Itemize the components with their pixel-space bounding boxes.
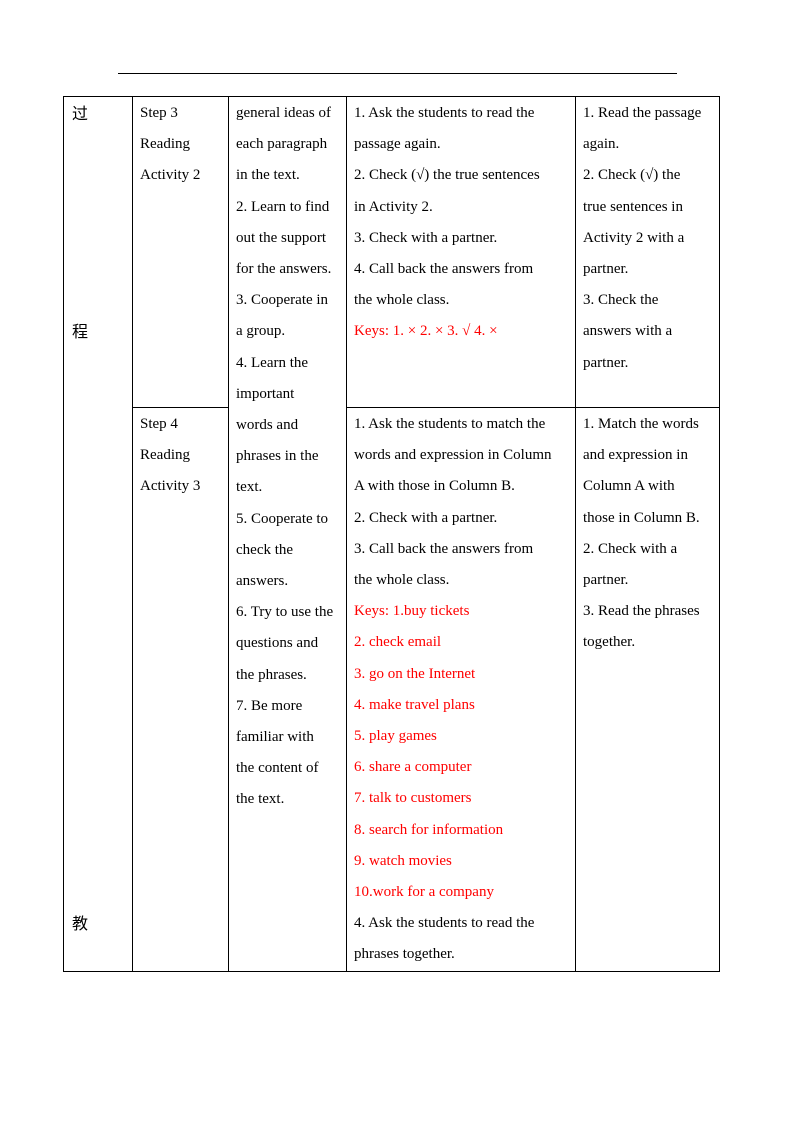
text-line: together. <box>583 634 636 651</box>
text-line: A with those in Column B. <box>354 478 515 495</box>
text-line: passage again. <box>354 136 441 153</box>
text-line: 2. Check (√) the true sentences <box>354 167 540 184</box>
text-line: words and expression in Column <box>354 447 552 464</box>
text-line: 4. Learn the <box>236 354 309 371</box>
objectives-cell: general ideas of each paragraph in the tex… <box>228 96 347 972</box>
text-line: questions and <box>236 635 319 652</box>
text-line: 7. Be more <box>236 697 303 714</box>
text-line: the phrases. <box>236 666 307 683</box>
answer-key-line: Keys: 1. × 2. × 3. √ 4. × <box>354 323 498 340</box>
answer-key-line: 2. check email <box>354 634 442 651</box>
answer-key-line: 7. talk to customers <box>354 790 472 807</box>
document-page: 过 程 教 Step 3 Reading Activity 2 general id… <box>0 0 794 1123</box>
text-line: 1. Read the passage <box>583 105 702 121</box>
stage-char: 过 <box>72 106 89 123</box>
text-line: the text. <box>236 791 285 808</box>
answer-key-line: 8. search for information <box>354 821 504 838</box>
text-line: a group. <box>236 323 286 340</box>
text-line: again. <box>583 136 620 153</box>
text-line: those in Column B. <box>583 509 700 526</box>
text-line: phrases in the <box>236 448 319 465</box>
text-line: 1. Ask the students to read the <box>354 105 535 121</box>
text-line: out the support <box>236 229 326 246</box>
text-line: phrases together. <box>354 946 455 963</box>
text-line: Step 4 <box>140 416 178 432</box>
text-line: important <box>236 385 295 402</box>
text-line: the whole class. <box>354 572 450 589</box>
text-line: the content of <box>236 760 319 777</box>
text-line: the whole class. <box>354 292 450 309</box>
text-line: and expression in <box>583 447 688 464</box>
stage-char: 程 <box>72 324 89 341</box>
text-line: Reading <box>140 447 190 464</box>
text-line: familiar with <box>236 729 314 746</box>
text-line: Activity 3 <box>140 478 201 495</box>
stage-cell: 过 程 教 <box>63 96 133 972</box>
text-line: 4. Ask the students to read the <box>354 915 535 932</box>
table-row: 过 程 教 Step 3 Reading Activity 2 general id… <box>63 96 720 972</box>
text-line: 3. Check with a partner. <box>354 229 498 246</box>
text-line: for the answers. <box>236 261 332 278</box>
table-row: Step 4 Reading Activity 3 1. Ask the stude… <box>64 407 720 972</box>
text-line: 2. Check with a partner. <box>354 509 498 526</box>
text-line: 1. Ask the students to match the <box>354 416 546 432</box>
text-line: partner. <box>583 354 629 371</box>
text-line: 3. Read the phrases <box>583 603 700 620</box>
text-line: partner. <box>583 572 629 589</box>
teacher-activity-cell: 1. Ask the students to read the passage a… <box>346 96 576 408</box>
text-line: Column A with <box>583 478 675 495</box>
text-line: 5. Cooperate to <box>236 510 329 527</box>
answer-key-line: 9. watch movies <box>354 852 452 869</box>
answer-key-line: Keys: 1.buy tickets <box>354 603 470 620</box>
text-line: Activity 2 with a <box>583 229 685 246</box>
text-line: 6. Try to use the <box>236 604 334 621</box>
text-line: Activity 2 <box>140 167 201 184</box>
student-activity-cell: 1. Match the words and expression in Colum… <box>575 407 720 972</box>
answer-key-line: 10.work for a company <box>354 884 494 901</box>
text-line: 1. Match the words <box>583 416 699 432</box>
text-line: each paragraph <box>236 136 328 153</box>
text-line: partner. <box>583 261 629 278</box>
step-cell: Step 4 Reading Activity 3 <box>132 407 229 972</box>
text-line: check the <box>236 541 294 558</box>
answer-key-line: 5. play games <box>354 728 437 745</box>
text-line: Reading <box>140 136 190 153</box>
text-line: true sentences in <box>583 198 683 215</box>
text-line: in the text. <box>236 167 300 184</box>
text-line: 3. Cooperate in <box>236 292 329 309</box>
text-line: Step 3 <box>140 105 178 121</box>
text-line: general ideas of <box>236 105 331 121</box>
header-rule <box>118 73 677 74</box>
answer-key-line: 4. make travel plans <box>354 696 475 713</box>
text-line: 2. Check with a <box>583 540 678 557</box>
text-line: answers with a <box>583 323 673 340</box>
stage-char: 教 <box>72 916 89 933</box>
teacher-activity-cell: 1. Ask the students to match the words an… <box>346 407 576 972</box>
text-line: text. <box>236 479 263 496</box>
text-line: 2. Learn to find <box>236 198 330 215</box>
text-line: 2. Check (√) the <box>583 167 681 184</box>
student-activity-cell: 1. Read the passage again. 2. Check (√) th… <box>575 96 720 408</box>
text-line: words and <box>236 417 299 434</box>
answer-key-line: 6. share a computer <box>354 759 472 776</box>
text-line: answers. <box>236 573 289 590</box>
text-line: 3. Check the <box>583 292 659 309</box>
answer-key-line: 3. go on the Internet <box>354 665 476 682</box>
step-cell: Step 3 Reading Activity 2 <box>132 96 229 408</box>
text-line: 3. Call back the answers from <box>354 540 534 557</box>
text-line: 4. Call back the answers from <box>354 261 534 278</box>
lesson-table: 过 程 教 Step 3 Reading Activity 2 general id… <box>63 96 720 972</box>
text-line: in Activity 2. <box>354 198 433 215</box>
